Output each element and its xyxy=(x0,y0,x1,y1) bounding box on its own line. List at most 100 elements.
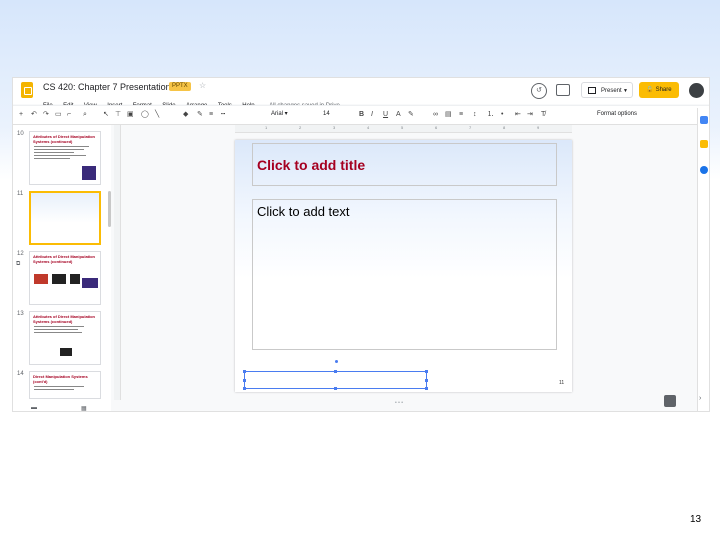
rotate-handle[interactable] xyxy=(335,360,338,363)
tasks-icon[interactable] xyxy=(700,166,708,174)
paint-format-icon[interactable]: ⌐ xyxy=(67,109,71,121)
thumbnail-title: Attributes of Direct Manipulation System… xyxy=(33,314,95,324)
page-number: 13 xyxy=(690,514,702,525)
border-dash-icon[interactable]: ┅ xyxy=(221,109,225,121)
present-icon xyxy=(588,86,596,94)
side-panel xyxy=(697,108,709,411)
slide-thumbnail-12[interactable]: Attributes of Direct Manipulation System… xyxy=(29,251,101,305)
thumbnail-title: Direct Manipulation Systems (cont'd) xyxy=(33,374,88,384)
filmstrip-scrollbar[interactable] xyxy=(108,191,111,227)
border-weight-icon[interactable]: ≡ xyxy=(209,109,213,121)
present-button[interactable]: Present ▼ xyxy=(581,82,633,98)
border-color-icon[interactable]: ✎ xyxy=(197,109,203,121)
slide-number-footer: 11 xyxy=(559,380,565,386)
undo-icon[interactable]: ↶ xyxy=(31,109,37,121)
thumbnail-image xyxy=(60,348,72,356)
menu-bar: File Edit View Insert Format Slide Arran… xyxy=(43,94,346,109)
comment-icon[interactable] xyxy=(556,84,570,96)
resize-handle[interactable] xyxy=(334,387,337,390)
horizontal-ruler: 1 2 3 4 5 6 7 8 9 xyxy=(235,125,572,133)
body-placeholder-text: Click to add text xyxy=(257,204,350,219)
font-label: Arial xyxy=(271,111,284,117)
line-spacing-icon[interactable]: ↕ xyxy=(473,109,477,121)
align-icon[interactable]: ≡ xyxy=(459,109,463,121)
slide-thumbnail-14[interactable]: Direct Manipulation Systems (cont'd) xyxy=(29,371,101,399)
version-history-icon[interactable]: ↺ xyxy=(531,83,547,99)
thumbnail-image xyxy=(34,274,48,284)
text-color-icon[interactable]: A xyxy=(396,109,401,121)
format-options-button[interactable]: Format options xyxy=(597,109,637,120)
present-label: Present xyxy=(601,88,622,94)
share-button[interactable]: 🔒 Share xyxy=(639,82,679,98)
resize-handle[interactable] xyxy=(425,379,428,382)
calendar-icon[interactable] xyxy=(700,116,708,124)
share-label: Share xyxy=(655,87,672,93)
vertical-ruler xyxy=(114,125,121,400)
keep-icon[interactable] xyxy=(700,140,708,148)
highlight-icon[interactable]: ✎ xyxy=(408,109,414,121)
thumbnail-image xyxy=(70,274,80,284)
slide-thumbnail-10[interactable]: Attributes of Direct Manipulation System… xyxy=(29,131,101,185)
new-slide-icon[interactable]: + xyxy=(19,109,23,121)
ruler-tick: 1 xyxy=(265,125,268,130)
ruler-tick: 4 xyxy=(367,125,370,130)
italic-icon[interactable]: I xyxy=(371,109,373,121)
chevron-right-icon[interactable]: › xyxy=(699,395,701,402)
slide-thumbnail-13[interactable]: Attributes of Direct Manipulation System… xyxy=(29,311,101,365)
selected-text-box[interactable] xyxy=(243,370,428,390)
lock-icon: 🔒 xyxy=(646,87,654,93)
resize-handle[interactable] xyxy=(334,370,337,373)
avatar[interactable] xyxy=(689,83,704,98)
text-box-icon[interactable]: ⊤ xyxy=(115,109,121,121)
document-title[interactable]: CS 420: Chapter 7 Presentation xyxy=(43,82,171,92)
font-size-field[interactable]: 14 xyxy=(323,109,330,120)
ruler-tick: 3 xyxy=(333,125,336,130)
underline-icon[interactable]: U xyxy=(383,109,388,121)
increase-indent-icon[interactable]: ⇥ xyxy=(527,109,533,121)
print-icon[interactable]: ▭ xyxy=(55,109,62,121)
grid-view-icon[interactable]: ▦ xyxy=(81,405,87,411)
file-type-badge: PPTX xyxy=(169,82,191,91)
font-size-label: 14 xyxy=(323,111,330,117)
slide-canvas[interactable]: Click to add title Click to add text 11 xyxy=(235,140,572,392)
speaker-notes-handle[interactable]: • • • xyxy=(395,400,403,406)
select-icon[interactable]: ↖ xyxy=(103,109,109,121)
image-icon[interactable]: ▣ xyxy=(127,109,134,121)
resize-handle[interactable] xyxy=(243,370,246,373)
thumbnail-text-lines xyxy=(34,326,94,335)
toolbar: + ↶ ↷ ▭ ⌐ ⌕ ↖ ⊤ ▣ ◯ ╲ ◆ ✎ ≡ ┅ Arial ▾ 14… xyxy=(13,105,709,125)
redo-icon[interactable]: ↷ xyxy=(43,109,49,121)
resize-handle[interactable] xyxy=(425,370,428,373)
font-select[interactable]: Arial ▾ xyxy=(271,109,315,120)
slide-thumbnail-11[interactable] xyxy=(29,191,101,245)
add-comment-icon[interactable]: ▤ xyxy=(445,109,452,121)
zoom-icon[interactable]: ⌕ xyxy=(83,109,87,121)
thumbnail-title: Attributes of Direct Manipulation System… xyxy=(33,134,95,144)
chevron-down-icon[interactable]: ▼ xyxy=(623,83,628,99)
fill-color-icon[interactable]: ◆ xyxy=(183,109,188,121)
thumbnail-text-lines xyxy=(34,146,94,161)
slides-logo-icon[interactable] xyxy=(21,82,33,98)
thumbnail-image xyxy=(82,166,96,180)
title-placeholder[interactable]: Click to add title xyxy=(252,143,557,186)
explore-icon[interactable] xyxy=(664,395,676,407)
bulleted-list-icon[interactable]: • xyxy=(501,109,503,121)
slide-number: 13 xyxy=(17,311,24,317)
shape-icon[interactable]: ◯ xyxy=(141,109,149,121)
bold-icon[interactable]: B xyxy=(359,109,364,121)
resize-handle[interactable] xyxy=(243,379,246,382)
slides-editor-screenshot: CS 420: Chapter 7 Presentation PPTX ☆ Fi… xyxy=(12,77,710,412)
numbered-list-icon[interactable]: ⒈ xyxy=(487,109,494,121)
resize-handle[interactable] xyxy=(243,387,246,390)
slide-number: 10 xyxy=(17,131,24,137)
star-icon[interactable]: ☆ xyxy=(199,81,206,90)
clear-format-icon[interactable]: T̸ xyxy=(541,109,545,121)
link-icon[interactable]: ∞ xyxy=(433,109,438,121)
thumbnail-image xyxy=(52,274,66,284)
thumbnail-image xyxy=(82,278,98,288)
resize-handle[interactable] xyxy=(425,387,428,390)
decrease-indent-icon[interactable]: ⇤ xyxy=(515,109,521,121)
filmstrip-view-icon[interactable]: ▬ xyxy=(31,405,37,411)
body-placeholder[interactable]: Click to add text xyxy=(252,199,557,350)
line-icon[interactable]: ╲ xyxy=(155,109,159,121)
